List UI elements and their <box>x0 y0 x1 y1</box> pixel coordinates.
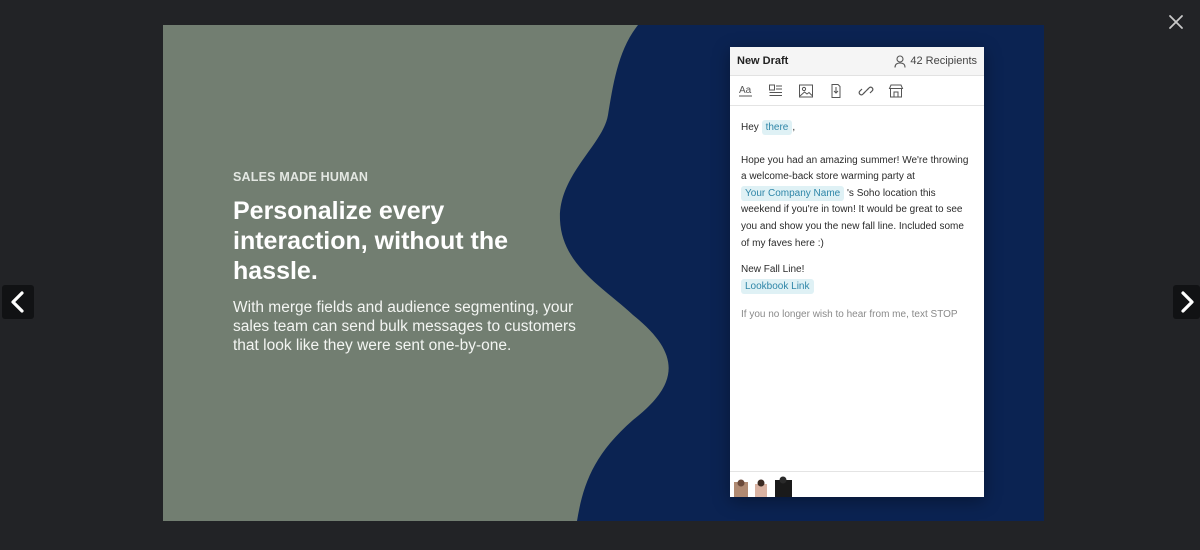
lookbook-link[interactable]: Lookbook Link <box>741 278 814 294</box>
store-icon[interactable] <box>888 83 904 99</box>
close-button[interactable] <box>1166 12 1186 32</box>
paragraph-start: Hope you had an amazing summer! We're th… <box>741 154 969 183</box>
slide-body-text: With merge fields and audience segmentin… <box>233 299 576 354</box>
slide: SALES MADE HUMAN Personalize every inter… <box>163 25 1044 521</box>
draft-phone-mockup: New Draft 42 Recipients Aa Hey there , H… <box>730 47 984 497</box>
compose-toolbar: Aa <box>730 76 984 106</box>
prev-button[interactable] <box>2 285 34 319</box>
person-icon <box>894 54 906 68</box>
draft-header: New Draft 42 Recipients <box>730 47 984 76</box>
draft-title: New Draft <box>737 55 789 67</box>
chevron-right-icon <box>1180 291 1194 313</box>
recipients-label: 42 Recipients <box>910 55 977 67</box>
lookbook-line: Lookbook Link <box>741 278 973 296</box>
opt-out-text: If you no longer wish to hear from me, t… <box>741 309 958 321</box>
attachment-icon[interactable] <box>828 83 844 99</box>
close-icon <box>1169 15 1183 29</box>
merge-field-company[interactable]: Your Company Name <box>741 185 845 201</box>
draft-footer <box>730 471 984 497</box>
greeting-text: Hey <box>741 122 759 133</box>
svg-text:Aa: Aa <box>739 85 752 96</box>
image-icon[interactable] <box>798 83 814 99</box>
merge-field-first-name[interactable]: there <box>761 120 793 135</box>
slide-headline: Personalize every interaction, without t… <box>233 197 508 285</box>
chevron-left-icon <box>11 291 24 313</box>
greeting-punctuation: , <box>792 122 796 133</box>
text-format-icon[interactable]: Aa <box>738 83 754 99</box>
product-thumbnail-image[interactable] <box>733 476 794 497</box>
message-body[interactable]: Hey there, Hope you had an amazing summe… <box>730 106 984 324</box>
greeting-line: Hey there, <box>741 120 973 137</box>
recipients-count: 42 Recipients <box>894 54 977 68</box>
slide-kicker: SALES MADE HUMAN <box>233 170 369 184</box>
link-icon[interactable] <box>858 83 874 99</box>
message-paragraph: Hope you had an amazing summer! We're th… <box>741 153 973 253</box>
new-line-label: New Fall Line! <box>741 264 805 276</box>
template-icon[interactable] <box>768 83 784 99</box>
next-button[interactable] <box>1173 285 1200 319</box>
